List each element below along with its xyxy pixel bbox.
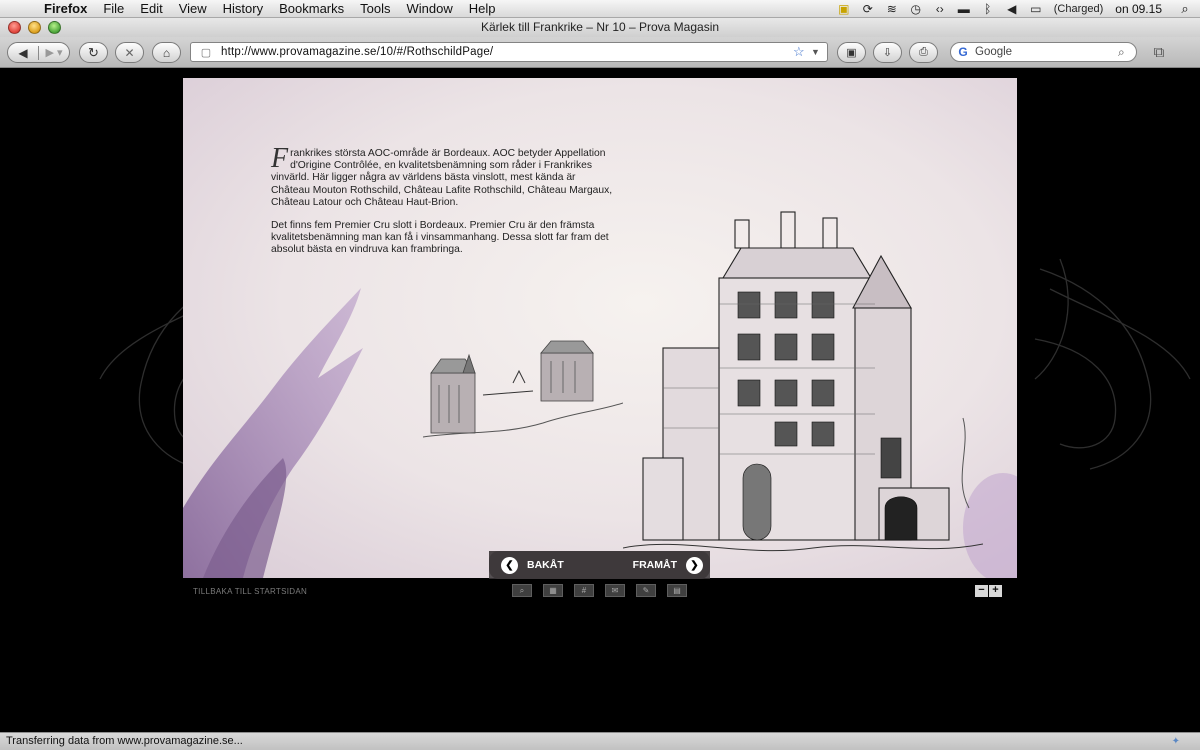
url-bar[interactable]: ▢ http://www.provamagazine.se/10/#/Roths… (190, 42, 828, 62)
article-paragraph-2: Det finns fem Premier Cru slott i Bordea… (271, 220, 609, 256)
menubar-clock[interactable]: on 09.15 (1109, 2, 1170, 16)
magazine-tools: ⌕ ▦ # ✉ ✎ ▤ (512, 584, 687, 597)
window-titlebar: Kärlek till Frankrike – Nr 10 – Prova Ma… (0, 18, 1200, 37)
code-icon[interactable]: ‹› (928, 2, 952, 16)
page-favicon-icon: ▢ (200, 46, 212, 59)
menu-view[interactable]: View (171, 1, 215, 16)
connection-status-icon: ✦ (1171, 736, 1180, 747)
mac-menubar: Firefox File Edit View History Bookmarks… (0, 0, 1200, 18)
status-text: Transferring data from www.provamagazine… (6, 735, 243, 747)
zoom-search-icon[interactable]: ⌕ (512, 584, 532, 597)
close-window-button[interactable] (8, 21, 21, 34)
shield-status-icon[interactable]: ▣ (832, 2, 856, 16)
search-bar[interactable]: G Google ⌕ (950, 42, 1137, 62)
drop-cap: F (271, 143, 289, 174)
browser-forward-button[interactable]: ▶ ▾ (39, 46, 69, 59)
back-to-start-link[interactable]: TILLBAKA TILL STARTSIDAN (193, 587, 307, 596)
article-paragraph-1: Frankrikes största AOC-område är Bordeau… (271, 143, 616, 209)
page-forward-label: FRAMÅT (632, 559, 677, 571)
url-history-dropdown-icon[interactable]: ▼ (811, 47, 827, 57)
paragraph-1-body: rankrikes största AOC-område är Bordeaux… (271, 148, 613, 208)
stop-button[interactable]: ✕ (115, 42, 144, 63)
menu-file[interactable]: File (95, 1, 132, 16)
spotlight-icon[interactable]: ⌕ (1170, 1, 1200, 17)
bookmark-star-icon[interactable]: ☆ (793, 44, 811, 60)
url-text[interactable]: http://www.provamagazine.se/10/#/Rothsch… (221, 46, 793, 58)
browser-back-button[interactable]: ◀ (8, 45, 39, 60)
menu-history[interactable]: History (215, 1, 271, 16)
search-input[interactable]: Google (975, 46, 1118, 58)
page-forward-button[interactable]: FRAMÅT ❯ (633, 556, 703, 574)
thumbnails-icon[interactable]: ▦ (543, 584, 563, 597)
decorative-swirl-right (1034, 258, 1191, 470)
battery-status: (Charged) (1053, 2, 1104, 15)
menu-app-firefox[interactable]: Firefox (36, 1, 95, 16)
zoom-controls: − + (975, 585, 1002, 597)
menu-bookmarks[interactable]: Bookmarks (271, 1, 352, 16)
battery-icon[interactable]: ▭ (1024, 2, 1048, 16)
chevron-right-icon: ❯ (686, 556, 703, 574)
volume-icon[interactable]: ◀ (1000, 2, 1024, 16)
print-button[interactable]: ⎙ (909, 42, 938, 63)
window-title: Kärlek till Frankrike – Nr 10 – Prova Ma… (480, 20, 720, 34)
wifi-icon[interactable]: ≋ (880, 2, 904, 16)
chateau-illustration (623, 211, 983, 552)
menu-window[interactable]: Window (399, 1, 461, 16)
google-engine-icon[interactable]: G (951, 45, 975, 59)
menu-help[interactable]: Help (461, 1, 504, 16)
menu-tools[interactable]: Tools (352, 1, 398, 16)
page-content: Frankrikes största AOC-område är Bordeau… (0, 69, 1200, 732)
distant-chateaux-illustration (423, 340, 623, 438)
zoom-window-button[interactable] (48, 21, 61, 34)
article-text: Frankrikes största AOC-område är Bordeau… (271, 143, 616, 268)
search-icon[interactable]: ⌕ (1118, 45, 1136, 60)
screenshot-button[interactable]: ▣ (837, 42, 866, 63)
email-icon[interactable]: ✉ (605, 584, 625, 597)
display-icon[interactable]: ▬ (952, 2, 976, 16)
zoom-out-button[interactable]: − (975, 585, 988, 597)
bluetooth-icon[interactable]: ᛒ (976, 2, 1000, 16)
magazine-page: Frankrikes största AOC-område är Bordeau… (183, 78, 1017, 578)
purple-brush-stroke (183, 288, 363, 578)
page-back-button[interactable]: ❮ BAKÅT (501, 556, 564, 574)
tab-overview-icon[interactable]: ⧉ (1148, 44, 1170, 62)
zoom-in-button[interactable]: + (989, 585, 1002, 597)
back-forward-buttons: ◀ ▶ ▾ (7, 42, 70, 63)
browser-toolbar: ◀ ▶ ▾ ↻ ✕ ⌂ ▢ http://www.provamagazine.s… (0, 37, 1200, 68)
chevron-left-icon: ❮ (501, 556, 518, 574)
home-button[interactable]: ⌂ (152, 42, 181, 63)
table-of-contents-icon[interactable]: # (574, 584, 594, 597)
menu-edit[interactable]: Edit (132, 1, 170, 16)
sync-icon[interactable]: ⟳ (856, 2, 880, 16)
notes-icon[interactable]: ✎ (636, 584, 656, 597)
page-back-label: BAKÅT (527, 559, 564, 571)
download-button[interactable]: ⇩ (873, 42, 902, 63)
reload-button[interactable]: ↻ (79, 42, 108, 63)
minimize-window-button[interactable] (28, 21, 41, 34)
fullscreen-icon[interactable]: ▤ (667, 584, 687, 597)
status-bar: Transferring data from www.provamagazine… (0, 732, 1200, 750)
time-machine-icon[interactable]: ◷ (904, 2, 928, 16)
page-nav-bar: ❮ BAKÅT FRAMÅT ❯ (489, 551, 710, 579)
